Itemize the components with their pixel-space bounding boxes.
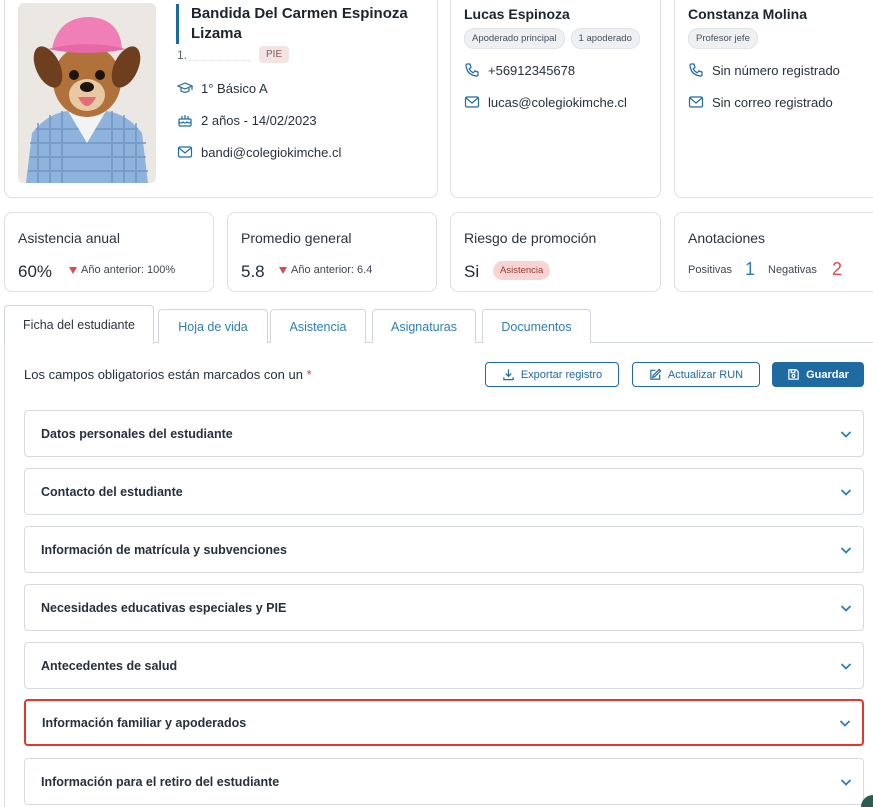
tab-asistencia[interactable]: Asistencia bbox=[270, 309, 366, 343]
section-nee-pie[interactable]: Necesidades educativas especiales y PIE bbox=[24, 584, 864, 631]
guardian-badges: Apoderado principal 1 apoderado bbox=[464, 28, 640, 49]
graduation-cap-icon bbox=[177, 82, 193, 93]
pie-badge: PIE bbox=[259, 46, 290, 63]
required-star: * bbox=[306, 367, 312, 382]
section-title: Contacto del estudiante bbox=[41, 484, 183, 499]
chevron-down-icon bbox=[839, 719, 851, 727]
teacher-phone: Sin número registrado bbox=[712, 62, 840, 78]
section-contacto[interactable]: Contacto del estudiante bbox=[24, 468, 864, 515]
kpi-notes-card: Anotaciones Positivas 1 Negativas 2 bbox=[674, 212, 873, 292]
kpi-attendance-card: Asistencia anual 60% Año anterior: 100% bbox=[4, 212, 214, 292]
risk-reason-badge: Asistencia bbox=[493, 261, 551, 280]
notes-negative-count: 2 bbox=[832, 259, 843, 279]
section-matricula[interactable]: Información de matrícula y subvenciones bbox=[24, 526, 864, 573]
export-record-button[interactable]: Exportar registro bbox=[485, 362, 619, 387]
section-datos-personales[interactable]: Datos personales del estudiante bbox=[24, 410, 864, 457]
section-title: Antecedentes de salud bbox=[41, 658, 178, 673]
teacher-badges: Profesor jefe bbox=[688, 28, 758, 49]
chevron-down-icon bbox=[840, 662, 852, 670]
guardian-email[interactable]: lucas@colegiokimche.cl bbox=[488, 95, 627, 110]
save-icon bbox=[788, 369, 799, 380]
kpi-notes-title: Anotaciones bbox=[688, 230, 766, 246]
student-name-line1: Bandida Del Carmen Espinoza bbox=[191, 5, 408, 22]
kpi-attendance-previous-text: Año anterior: 100% bbox=[81, 264, 176, 276]
section-title: Información familiar y apoderados bbox=[42, 715, 247, 730]
chevron-down-icon bbox=[840, 778, 852, 786]
student-email[interactable]: bandi@colegiokimche.cl bbox=[201, 145, 341, 160]
section-title: Información de matrícula y subvenciones bbox=[41, 542, 287, 557]
kpi-attendance-value: 60% bbox=[18, 262, 53, 281]
kpi-average-value: 5.8 bbox=[241, 262, 265, 281]
section-title: Información para el retiro del estudiant… bbox=[41, 774, 280, 789]
required-note-text: Los campos obligatorios están marcados c… bbox=[24, 367, 303, 382]
mail-icon bbox=[688, 96, 704, 108]
guardian-count-badge: 1 apoderado bbox=[570, 28, 640, 49]
kpi-attendance-title: Asistencia anual bbox=[18, 230, 120, 246]
mail-icon bbox=[177, 146, 193, 158]
teacher-role-badge: Profesor jefe bbox=[688, 28, 758, 49]
chevron-down-icon bbox=[840, 546, 852, 554]
student-name-line2: Lizama bbox=[191, 25, 242, 42]
kpi-average-previous-text: Año anterior: 6.4 bbox=[291, 264, 373, 276]
tab-documentos[interactable]: Documentos bbox=[482, 309, 591, 343]
trend-down-icon bbox=[69, 266, 77, 274]
chevron-down-icon bbox=[840, 430, 852, 438]
kpi-risk-card: Riesgo de promoción Si Asistencia bbox=[450, 212, 661, 292]
teacher-phone-row: Sin número registrado bbox=[688, 62, 840, 78]
section-retiro[interactable]: Información para el retiro del estudiant… bbox=[24, 758, 864, 805]
save-button[interactable]: Guardar bbox=[772, 362, 864, 387]
trend-down-icon bbox=[279, 266, 287, 274]
required-fields-note: Los campos obligatorios están marcados c… bbox=[24, 367, 312, 382]
tab-hoja-de-vida[interactable]: Hoja de vida bbox=[158, 309, 268, 343]
teacher-name: Constanza Molina bbox=[688, 6, 808, 22]
guardian-phone[interactable]: +56912345678 bbox=[488, 63, 575, 78]
student-age-row: 2 años - 14/02/2023 bbox=[177, 112, 317, 128]
phone-icon bbox=[465, 63, 479, 77]
student-email-row: bandi@colegiokimche.cl bbox=[177, 144, 341, 160]
section-familiar-apoderados[interactable]: Información familiar y apoderados bbox=[24, 699, 864, 746]
mail-icon bbox=[464, 96, 480, 108]
student-name: Bandida Del Carmen Espinoza Lizama bbox=[176, 4, 416, 44]
export-record-label: Exportar registro bbox=[520, 368, 603, 381]
section-title: Necesidades educativas especiales y PIE bbox=[41, 600, 287, 615]
kpi-average-card: Promedio general 5.8 Año anterior: 6.4 bbox=[227, 212, 437, 292]
panel-border bbox=[4, 343, 5, 807]
chevron-down-icon bbox=[840, 604, 852, 612]
guardian-email-row: lucas@colegiokimche.cl bbox=[464, 94, 627, 110]
kpi-risk-value: Si bbox=[464, 262, 480, 281]
phone-icon bbox=[689, 63, 703, 77]
tab-ficha-estudiante[interactable]: Ficha del estudiante bbox=[4, 305, 154, 344]
download-icon bbox=[503, 369, 514, 381]
edit-icon bbox=[650, 368, 662, 380]
teacher-email-row: Sin correo registrado bbox=[688, 94, 833, 110]
update-run-label: Actualizar RUN bbox=[667, 368, 744, 381]
student-course-row: 1° Básico A bbox=[177, 80, 268, 96]
save-label: Guardar bbox=[806, 368, 849, 381]
teacher-email: Sin correo registrado bbox=[712, 94, 833, 110]
student-photo bbox=[18, 3, 156, 183]
student-rut-row: 1. PIE bbox=[177, 46, 290, 63]
update-run-button[interactable]: Actualizar RUN bbox=[632, 362, 760, 387]
kpi-average-previous: Año anterior: 6.4 bbox=[279, 264, 372, 276]
guardian-name: Lucas Espinoza bbox=[464, 6, 570, 22]
section-salud[interactable]: Antecedentes de salud bbox=[24, 642, 864, 689]
guardian-role-badge: Apoderado principal bbox=[464, 28, 565, 49]
guardian-phone-row: +56912345678 bbox=[464, 62, 575, 78]
tab-asignaturas[interactable]: Asignaturas bbox=[372, 309, 476, 343]
chevron-down-icon bbox=[840, 488, 852, 496]
notes-positive-label: Positivas bbox=[688, 264, 733, 276]
student-age-birth: 2 años - 14/02/2023 bbox=[201, 112, 317, 128]
student-rut-hidden bbox=[189, 48, 252, 61]
kpi-attendance-previous: Año anterior: 100% bbox=[69, 264, 175, 276]
section-title: Datos personales del estudiante bbox=[41, 426, 233, 441]
cake-icon bbox=[178, 115, 192, 127]
notes-negative-label: Negativas bbox=[768, 264, 817, 276]
notes-positive-count: 1 bbox=[745, 259, 756, 279]
student-rut-prefix: 1. bbox=[177, 47, 188, 62]
kpi-risk-title: Riesgo de promoción bbox=[464, 230, 597, 246]
student-course: 1° Básico A bbox=[201, 80, 268, 96]
kpi-average-title: Promedio general bbox=[241, 230, 352, 246]
